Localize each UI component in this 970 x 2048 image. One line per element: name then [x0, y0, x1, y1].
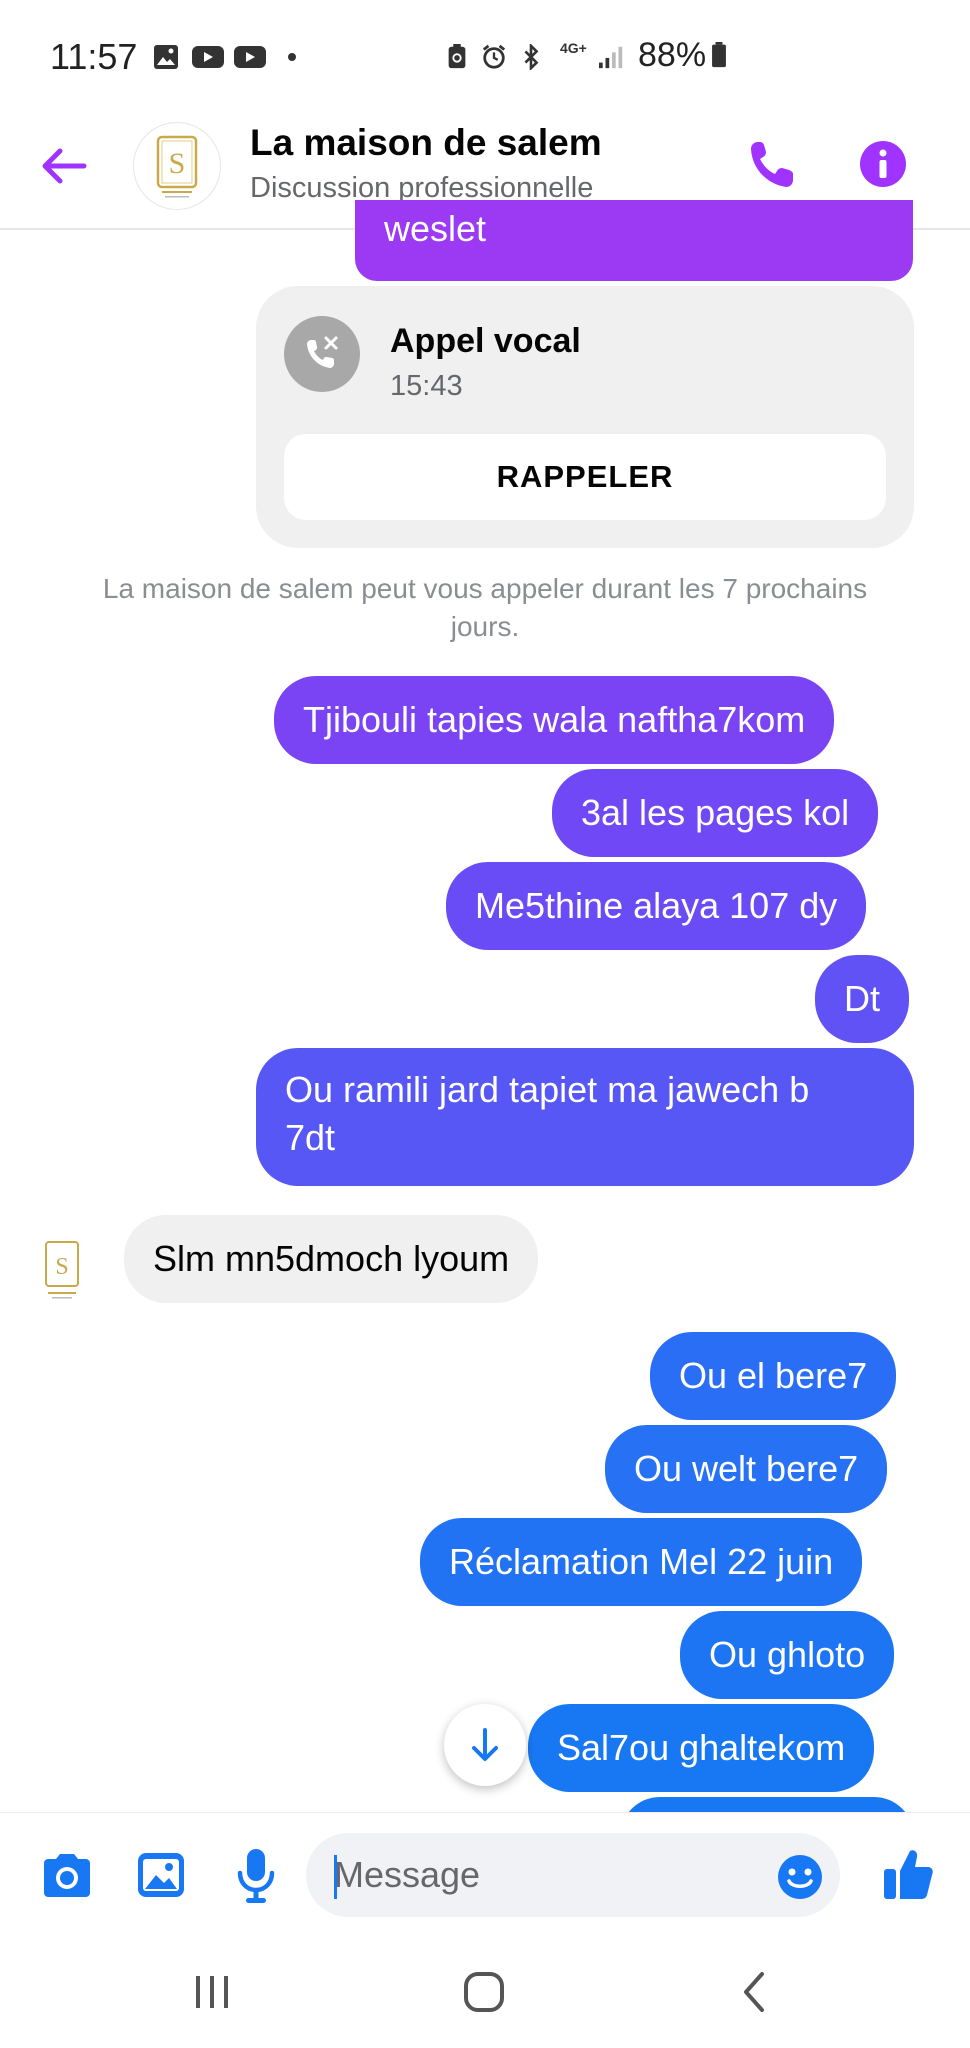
- camera-icon[interactable]: [40, 1853, 94, 1899]
- home-icon[interactable]: [462, 1970, 506, 2014]
- bluetooth-icon: [524, 44, 539, 70]
- sent-message-bubble[interactable]: Dt: [815, 955, 909, 1043]
- youtube-notification-icon: [192, 46, 224, 68]
- emoji-icon[interactable]: [776, 1853, 824, 1901]
- sent-message-bubble[interactable]: Réclamation Mel 22 juin: [420, 1518, 863, 1606]
- scroll-to-bottom-button[interactable]: [444, 1704, 526, 1786]
- recycle-icon: [448, 44, 466, 69]
- battery-percent: 88%: [638, 36, 707, 74]
- sent-message-bubble[interactable]: Tjibouli tapies wala naftha7kom: [274, 676, 835, 764]
- message-input[interactable]: [306, 1833, 840, 1917]
- alarm-icon: [482, 44, 506, 69]
- sent-message-bubble[interactable]: Sal7ou ghaltekom: [528, 1704, 875, 1792]
- sent-message-bubble[interactable]: Ou el bere7: [650, 1332, 897, 1420]
- gallery-notification-icon: [154, 45, 178, 69]
- message-text: Ou welt bere7: [634, 1448, 859, 1489]
- back-nav-icon[interactable]: [738, 1970, 768, 2014]
- message-text: 3al les pages kol: [581, 792, 850, 833]
- status-time: 11:57: [50, 36, 138, 77]
- call-title: Appel vocal: [390, 322, 581, 360]
- svg-text:S: S: [55, 1254, 68, 1280]
- missed-call-icon: [284, 316, 360, 392]
- microphone-icon[interactable]: [236, 1847, 276, 1905]
- message-text: Slm mn5dmoch lyoum: [153, 1238, 510, 1279]
- message-text: Sal7ou ghaltekom: [557, 1727, 846, 1768]
- sent-message-bubble[interactable]: Me5thine alaya 107 dy: [446, 862, 867, 950]
- message-text: Me5thine alaya 107 dy: [475, 885, 838, 926]
- message-text: Ou el bere7: [679, 1355, 868, 1396]
- recent-apps-icon[interactable]: [190, 1974, 234, 2010]
- youtube-notification-icon-2: [234, 46, 266, 68]
- message-composer: [0, 1812, 970, 1941]
- sent-message-bubble[interactable]: Ou ghloto: [680, 1611, 895, 1699]
- message-text: Dt: [844, 978, 880, 1019]
- status-bar: 11:57 4G+ 88%: [0, 0, 970, 110]
- message-text: 7dt: [285, 1117, 336, 1158]
- message-text: Tjibouli tapies wala naftha7kom: [303, 699, 806, 740]
- text-cursor: [334, 1855, 337, 1899]
- received-message-bubble[interactable]: Slm mn5dmoch lyoum: [124, 1215, 539, 1303]
- message-text: Ou ghloto: [709, 1634, 866, 1675]
- message-text: Ou ramili jard tapiet ma jawech b: [285, 1069, 810, 1110]
- call-back-button[interactable]: RAPPELER: [284, 434, 886, 520]
- battery-icon: [712, 42, 726, 68]
- more-notifications-dot-icon: [288, 53, 296, 61]
- missed-call-card: Appel vocal 15:43 RAPPELER: [256, 286, 914, 548]
- call-availability-notice: La maison de salem peut vous appeler dur…: [102, 573, 868, 642]
- photo-gallery-icon[interactable]: [136, 1851, 186, 1899]
- contact-avatar-small[interactable]: S: [38, 1238, 86, 1304]
- android-navigation-bar: [0, 1940, 970, 2048]
- like-thumbs-up-icon[interactable]: [882, 1847, 934, 1901]
- sent-message-bubble[interactable]: Ou ramili jard tapiet ma jawech b 7dt: [256, 1048, 914, 1186]
- arrow-down-icon: [472, 1728, 498, 1761]
- sent-message-bubble[interactable]: Ou welt bere7: [605, 1425, 888, 1513]
- network-type: 4G+: [560, 40, 587, 56]
- sent-message-bubble[interactable]: 3al les pages kol: [552, 769, 879, 857]
- call-time: 15:43: [390, 370, 463, 402]
- message-text: Réclamation Mel 22 juin: [449, 1541, 834, 1582]
- signal-icon: [599, 46, 623, 69]
